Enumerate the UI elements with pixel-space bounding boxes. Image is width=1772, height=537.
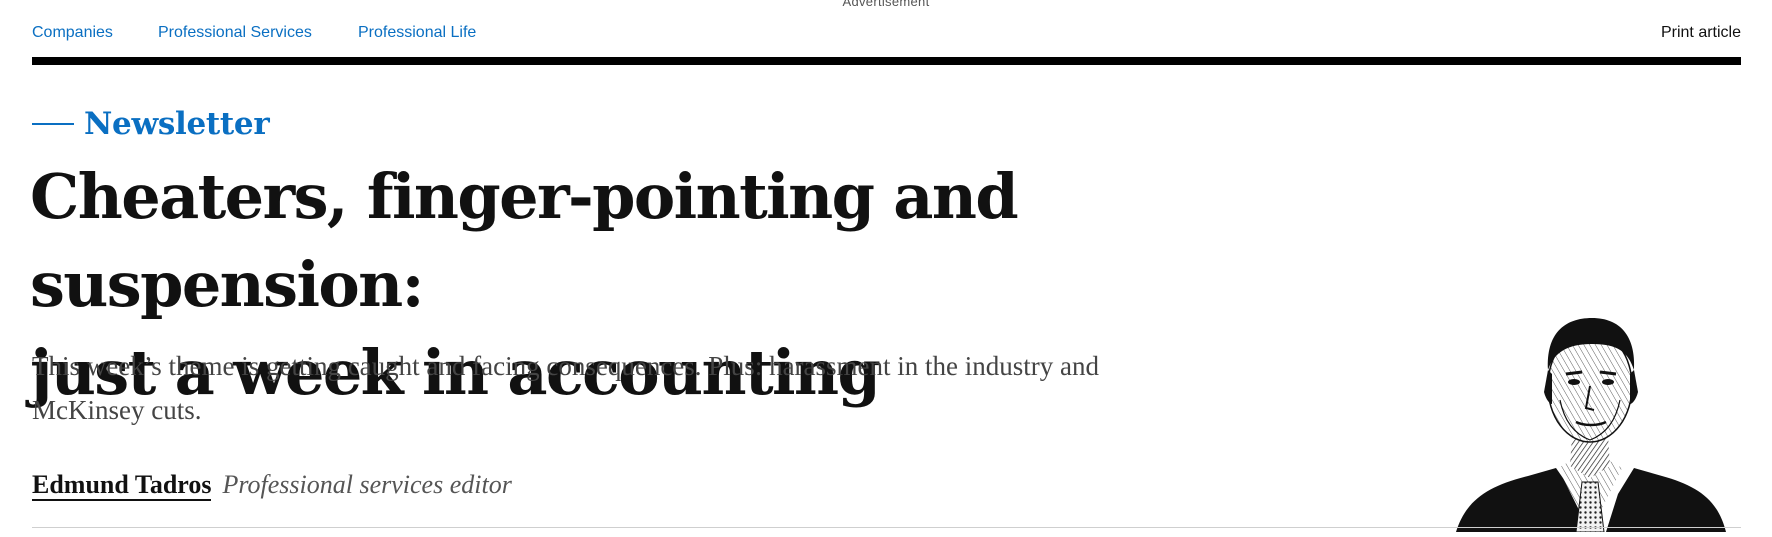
print-article-button[interactable]: Print article xyxy=(1661,24,1741,42)
author-name-link[interactable]: Edmund Tadros xyxy=(32,471,212,501)
section-nav: Companies Professional Services Professi… xyxy=(32,24,1741,48)
header-divider xyxy=(32,57,1741,65)
byline: Edmund Tadros Professional services edit… xyxy=(32,470,512,501)
advertisement-label: Advertisement xyxy=(842,0,930,9)
nav-link-professional-life[interactable]: Professional Life xyxy=(358,24,476,42)
nav-link-companies[interactable]: Companies xyxy=(32,24,113,42)
standfirst-line-2: McKinsey cuts. xyxy=(32,395,202,425)
nav-link-professional-services[interactable]: Professional Services xyxy=(158,24,312,42)
author-role: Professional services editor xyxy=(222,470,512,499)
author-portrait-icon xyxy=(1456,318,1726,532)
headline-line-1: Cheaters, finger-pointing and suspension… xyxy=(30,160,1019,321)
bottom-divider xyxy=(32,527,1741,528)
newsletter-kicker[interactable]: Newsletter xyxy=(32,104,270,144)
kicker-line xyxy=(32,123,74,125)
article-standfirst: This week’s theme is getting caught and … xyxy=(32,344,1282,432)
standfirst-line-1: This week’s theme is getting caught and … xyxy=(32,351,1100,381)
kicker-label: Newsletter xyxy=(84,106,270,142)
